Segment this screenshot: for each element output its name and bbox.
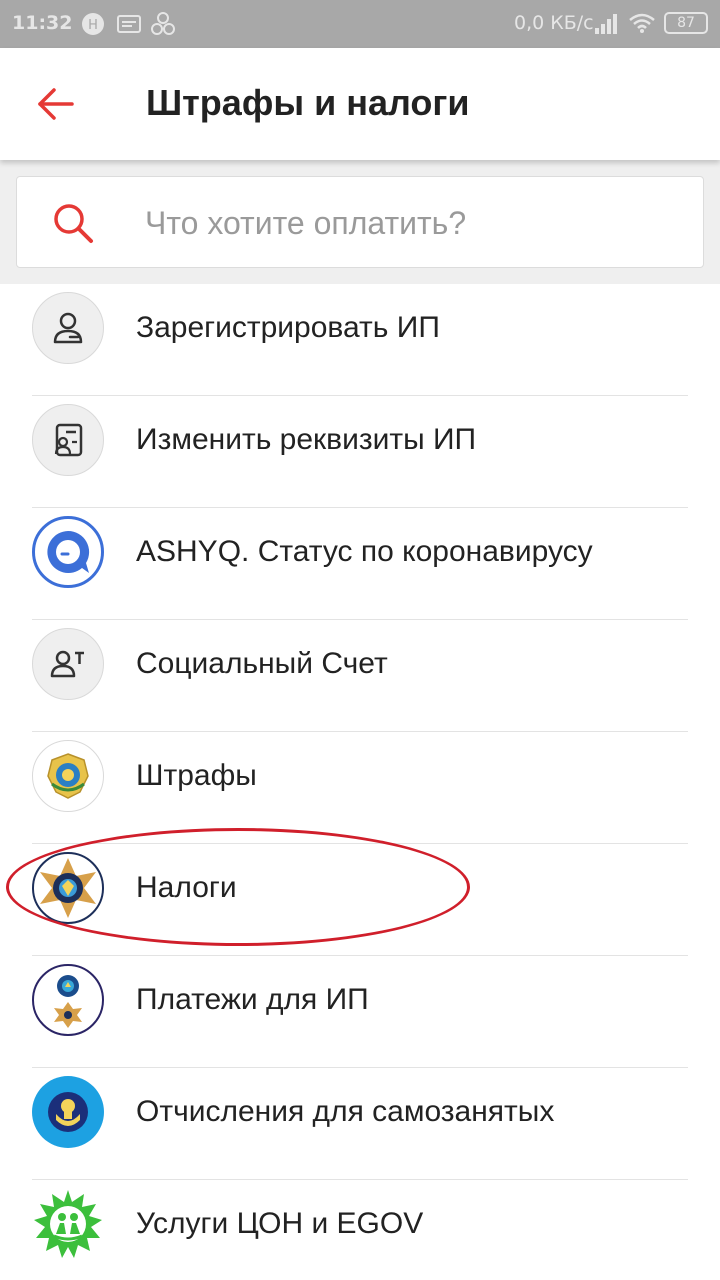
list-item-ip-payments[interactable]: Платежи для ИП (0, 956, 720, 1068)
fan-notification-icon (151, 12, 175, 35)
self-employed-emblem-icon (32, 1076, 104, 1148)
signal-icon (595, 14, 617, 34)
list-item-label: Зарегистрировать ИП (136, 311, 440, 344)
list-item-self-employed[interactable]: Отчисления для самозанятых (0, 1068, 720, 1180)
message-notification-icon (117, 15, 141, 33)
tax-emblem-icon (32, 852, 104, 924)
search-placeholder: Что хотите оплатить? (145, 205, 467, 241)
search-input[interactable]: Что хотите оплатить? (16, 176, 704, 268)
status-bar: 11:32 Н 0,0 КБ/с 87 (0, 0, 720, 48)
list-item-label: ASHYQ. Статус по коронавирусу (136, 535, 593, 568)
search-icon (54, 204, 93, 243)
search-area: Что хотите оплатить? (0, 160, 720, 284)
network-speed: 0,0 КБ/с (514, 12, 594, 34)
person-outline-icon (32, 292, 104, 364)
list-item-label: Платежи для ИП (136, 983, 369, 1016)
list-item-taxes[interactable]: Налоги (0, 844, 720, 956)
con-egov-emblem-icon (32, 1188, 104, 1260)
list-item-label: Социальный Счет (136, 647, 388, 680)
app-notification-icon: Н (82, 13, 104, 35)
back-arrow-icon[interactable] (36, 84, 76, 124)
list-item-ashyq[interactable]: ASHYQ. Статус по коронавирусу (0, 508, 720, 620)
page-title: Штрафы и налоги (146, 82, 470, 123)
ashyq-chat-icon (32, 516, 104, 588)
person-account-icon (32, 628, 104, 700)
list-item-edit-ip-details[interactable]: Изменить реквизиты ИП (0, 396, 720, 508)
list-item-label: Штрафы (136, 759, 257, 792)
list-item-social-account[interactable]: Социальный Счет (0, 620, 720, 732)
status-time: 11:32 (12, 12, 73, 34)
ip-payments-emblem-icon (32, 964, 104, 1036)
battery-indicator: 87 (664, 12, 708, 34)
list-item-label: Услуги ЦОН и EGOV (136, 1207, 424, 1240)
list-item-label: Изменить реквизиты ИП (136, 423, 477, 456)
list-item-label: Отчисления для самозанятых (136, 1095, 555, 1128)
service-list: Зарегистрировать ИП Изменить реквизиты И… (0, 284, 720, 1280)
list-item-con-egov[interactable]: Услуги ЦОН и EGOV (0, 1180, 720, 1280)
wifi-icon (629, 13, 655, 33)
svg-text:Н: Н (88, 18, 98, 33)
id-card-icon (32, 404, 104, 476)
police-emblem-icon (32, 740, 104, 812)
app-bar: Штрафы и налоги (0, 48, 720, 160)
list-item-label: Налоги (136, 871, 237, 904)
list-item-fines[interactable]: Штрафы (0, 732, 720, 844)
list-item-register-ip[interactable]: Зарегистрировать ИП (0, 284, 720, 396)
